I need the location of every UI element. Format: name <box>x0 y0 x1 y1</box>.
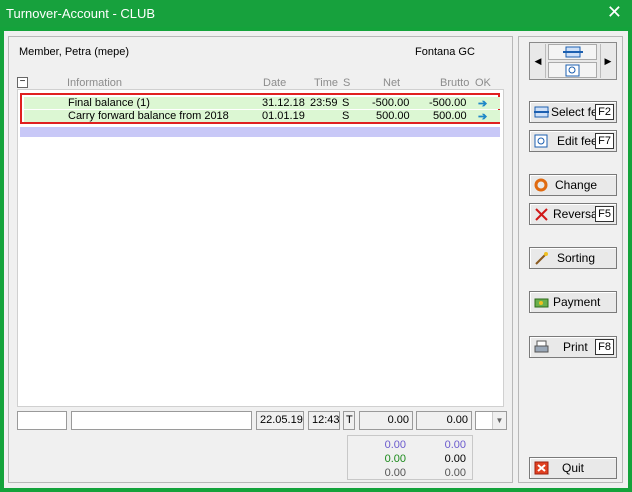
wand-icon <box>535 252 548 265</box>
select-fee-shortcut: F2 <box>595 104 614 120</box>
quit-button[interactable]: Quit <box>529 457 617 479</box>
title-bar: Turnover-Account - CLUB ✕ <box>0 0 632 27</box>
edit-icon <box>534 134 548 148</box>
edit-fee-label: Edit fee <box>557 134 598 148</box>
window-title: Turnover-Account - CLUB <box>6 6 156 21</box>
selection-frame: Final balance (1) 31.12.18 23:59 S -500.… <box>20 93 500 124</box>
reversal-button[interactable]: Reversal F5 <box>529 203 617 225</box>
entry-type-field[interactable]: T <box>343 411 355 430</box>
entry-net-field[interactable]: 0.00 <box>359 411 413 430</box>
sorting-label: Sorting <box>557 251 596 265</box>
reversal-label: Reversal <box>553 207 601 221</box>
reversal-shortcut: F5 <box>595 206 614 222</box>
turnover-list[interactable]: Final balance (1) 31.12.18 23:59 S -500.… <box>17 89 504 407</box>
change-label: Change <box>555 178 598 192</box>
entry-brutto-field[interactable]: 0.00 <box>416 411 472 430</box>
main-panel: Member, Petra (mepe) Fontana GC − Inform… <box>8 36 513 483</box>
cell-information: Carry forward balance from 2018 <box>68 110 229 122</box>
edit-icon <box>565 64 580 77</box>
cell-brutto: -500.00 <box>429 97 467 109</box>
total-net: 0.00 <box>384 467 406 479</box>
print-button[interactable]: Print F8 <box>529 336 617 358</box>
cell-net: 500.00 <box>376 110 410 122</box>
quit-label: Quit <box>562 461 585 475</box>
side-panel: ◀ ▶ Select fee F2 Edit fee F7 Change Rev… <box>518 36 623 483</box>
entry-time-field[interactable]: 12:43 <box>308 411 340 430</box>
total-brutto: 0.00 <box>444 439 466 451</box>
change-button[interactable]: Change <box>529 174 617 196</box>
table-row[interactable]: Carry forward balance from 2018 01.01.19… <box>24 110 500 123</box>
cell-information: Final balance (1) <box>68 97 150 109</box>
column-header-ok[interactable]: OK <box>475 77 491 89</box>
select-fee-icon <box>534 106 549 118</box>
sorting-button[interactable]: Sorting <box>529 247 617 269</box>
window-client: Member, Petra (mepe) Fontana GC − Inform… <box>4 31 628 488</box>
club-name: Fontana GC <box>415 46 475 58</box>
column-header-s[interactable]: S <box>343 77 350 89</box>
cell-brutto: 500.00 <box>433 110 467 122</box>
chevron-down-icon[interactable]: ▼ <box>492 412 506 429</box>
money-icon <box>534 298 549 308</box>
edit-fee-shortcut: F7 <box>595 133 614 149</box>
table-row[interactable]: Final balance (1) 31.12.18 23:59 S -500.… <box>24 97 500 110</box>
entry-field-2[interactable] <box>71 411 252 430</box>
entry-date-field[interactable]: 22.05.19 <box>256 411 304 430</box>
column-header-time[interactable]: Time <box>314 77 338 89</box>
edit-fee-button[interactable]: Edit fee F7 <box>529 130 617 152</box>
total-brutto: 0.00 <box>444 467 466 479</box>
quit-icon <box>534 461 549 475</box>
cell-s: S <box>342 110 350 122</box>
navigation-control: ◀ ▶ <box>529 42 617 80</box>
entry-field-1[interactable] <box>17 411 67 430</box>
column-header-date[interactable]: Date <box>263 77 286 89</box>
nav-next-button[interactable]: ▶ <box>600 44 615 78</box>
nav-select-button[interactable] <box>548 44 597 60</box>
printer-icon <box>534 340 549 353</box>
total-brutto: 0.00 <box>444 453 466 465</box>
collapse-toggle-icon[interactable]: − <box>17 77 28 88</box>
member-name: Member, Petra (mepe) <box>19 46 130 58</box>
column-header-net[interactable]: Net <box>383 77 400 89</box>
total-net: 0.00 <box>384 439 406 451</box>
cell-date: 01.01.19 <box>262 110 305 122</box>
total-net: 0.00 <box>384 453 406 465</box>
nav-previous-button[interactable]: ◀ <box>531 44 546 78</box>
select-fee-icon <box>563 46 583 58</box>
nav-edit-button[interactable] <box>548 62 597 78</box>
cell-time: 23:59 <box>310 97 338 109</box>
new-entry-row[interactable] <box>20 127 500 137</box>
print-shortcut: F8 <box>595 339 614 355</box>
cell-net: -500.00 <box>372 97 410 109</box>
ring-icon <box>534 178 548 192</box>
column-header-brutto[interactable]: Brutto <box>440 77 469 89</box>
print-label: Print <box>563 340 588 354</box>
ok-arrow-icon[interactable]: ➔ <box>478 110 487 123</box>
entry-dropdown[interactable]: ▼ <box>475 411 507 430</box>
cell-s: S <box>342 97 350 109</box>
column-header-information[interactable]: Information <box>67 77 122 89</box>
ok-arrow-icon[interactable]: ➔ <box>478 97 487 110</box>
payment-label: Payment <box>553 295 601 309</box>
cell-date: 31.12.18 <box>262 97 305 109</box>
x-icon <box>535 208 548 221</box>
payment-button[interactable]: Payment <box>529 291 617 313</box>
select-fee-button[interactable]: Select fee F2 <box>529 101 617 123</box>
totals-panel: 0.00 0.00 0.00 0.00 0.00 0.00 <box>347 435 473 480</box>
close-icon[interactable]: ✕ <box>607 3 622 21</box>
